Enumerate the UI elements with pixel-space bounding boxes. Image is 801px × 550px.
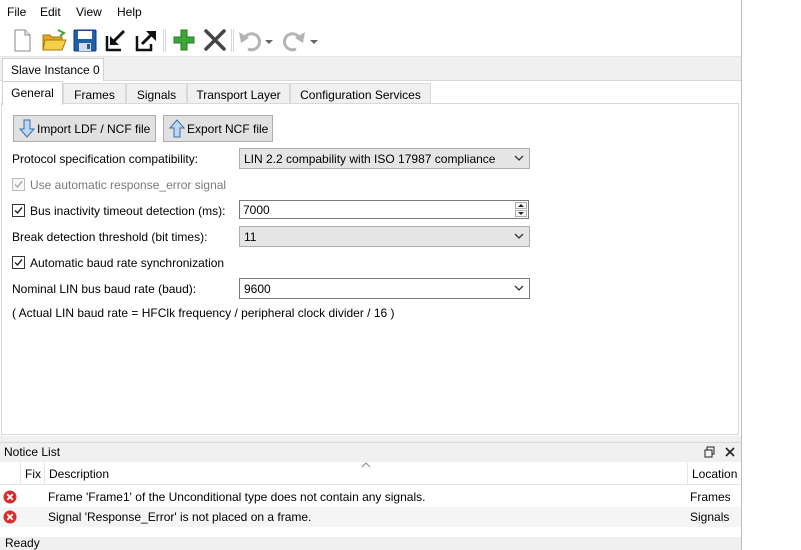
break-detection-value: 11: [244, 230, 257, 244]
break-detection-label: Break detection threshold (bit times):: [12, 230, 208, 244]
chevron-down-icon: [514, 155, 524, 161]
arrow-up-icon: [518, 204, 524, 207]
baud-rate-combobox[interactable]: 9600: [239, 278, 530, 299]
error-icon: [3, 490, 17, 504]
inactivity-timeout-input[interactable]: 7000: [239, 200, 529, 219]
redo-icon: [283, 32, 305, 52]
status-text: Ready: [5, 536, 40, 550]
column-header-icon[interactable]: [0, 463, 20, 485]
tab-slave-instance[interactable]: Slave Instance 0: [2, 58, 104, 82]
protocol-select[interactable]: LIN 2.2 compability with ISO 17987 compl…: [239, 148, 530, 169]
redo-button[interactable]: [280, 27, 308, 54]
notice-list-title: Notice List: [4, 445, 61, 459]
menu-help[interactable]: Help: [117, 5, 142, 19]
auto-baud-label: Automatic baud rate synchronization: [30, 256, 225, 270]
auto-baud-checkbox[interactable]: [12, 256, 25, 269]
menu-view[interactable]: View: [76, 5, 102, 19]
response-error-label: Use automatic response_error signal: [30, 178, 227, 192]
toolbar-separator: [163, 29, 166, 52]
restore-icon[interactable]: [704, 446, 716, 458]
spinner-up-button[interactable]: [515, 202, 527, 209]
baud-rate-value: 9600: [244, 282, 271, 296]
toolbar-separator: [231, 29, 234, 52]
column-header-fix[interactable]: Fix: [20, 463, 44, 485]
import-icon: [105, 29, 126, 52]
export-arrow-icon: [169, 119, 185, 138]
notice-description: Frame 'Frame1' of the Unconditional type…: [48, 490, 426, 504]
tab-general[interactable]: General: [2, 81, 63, 105]
undo-dropdown[interactable]: [263, 27, 275, 54]
delete-icon: [204, 29, 226, 51]
undo-icon: [239, 32, 261, 52]
import-button[interactable]: [103, 27, 131, 54]
notice-list-header: Fix Description Location: [0, 462, 741, 485]
import-ldf-ncf-button[interactable]: Import LDF / NCF file: [13, 115, 156, 142]
toolbar: [0, 24, 741, 57]
table-row[interactable]: Signal 'Response_Error' is not placed on…: [0, 507, 741, 527]
export-icon: [135, 30, 156, 52]
spinner-buttons: [515, 202, 527, 217]
chevron-down-icon: [514, 285, 524, 291]
inner-tab-bar: General Frames Signals Transport Layer C…: [0, 81, 741, 105]
break-detection-select[interactable]: 11: [239, 226, 530, 247]
baud-rate-label: Nominal LIN bus baud rate (baud):: [12, 282, 197, 296]
new-file-icon: [14, 29, 31, 52]
add-icon: [173, 29, 195, 51]
chevron-down-icon: [265, 40, 273, 44]
arrow-down-icon: [518, 212, 524, 215]
checkmark-icon: [14, 259, 23, 267]
application-window: File Edit View Help Slave Instance 0 Gen…: [0, 0, 742, 550]
checkmark-icon: [14, 181, 23, 189]
delete-button[interactable]: [201, 27, 229, 54]
document-tab-bar: Slave Instance 0: [0, 57, 741, 82]
inactivity-checkbox[interactable]: [12, 204, 25, 217]
inactivity-value: 7000: [243, 203, 270, 217]
new-file-button[interactable]: [8, 27, 36, 54]
tab-configuration-services[interactable]: Configuration Services: [290, 83, 431, 104]
notice-description: Signal 'Response_Error' is not placed on…: [48, 510, 312, 524]
protocol-value: LIN 2.2 compability with ISO 17987 compl…: [244, 152, 496, 166]
notice-list-title-bar: Notice List: [0, 443, 741, 462]
tab-signals[interactable]: Signals: [126, 83, 187, 104]
status-bar: Ready: [0, 536, 741, 550]
configuration-panel: General Frames Signals Transport Layer C…: [0, 81, 741, 443]
import-arrow-icon: [19, 119, 35, 138]
notice-list-panel: Notice List Fix Description Location Fra…: [0, 442, 741, 537]
column-header-description[interactable]: Description: [44, 462, 687, 485]
protocol-label: Protocol specification compatibility:: [12, 152, 199, 166]
response-error-checkbox[interactable]: [12, 178, 25, 191]
table-row[interactable]: Frame 'Frame1' of the Unconditional type…: [0, 487, 741, 507]
export-ncf-label: Export NCF file: [187, 122, 269, 136]
notice-location: Frames: [690, 490, 731, 504]
open-folder-icon: [42, 29, 67, 51]
export-button[interactable]: [133, 27, 161, 54]
add-button[interactable]: [170, 27, 198, 54]
import-ldf-ncf-label: Import LDF / NCF file: [37, 122, 151, 136]
menu-edit[interactable]: Edit: [40, 5, 61, 19]
chevron-down-icon: [310, 40, 318, 44]
tab-transport-layer[interactable]: Transport Layer: [187, 83, 290, 104]
open-button[interactable]: [40, 27, 68, 54]
close-icon[interactable]: [724, 446, 736, 458]
general-tab-page: Import LDF / NCF file Export NCF file Pr…: [1, 103, 739, 435]
spinner-down-button[interactable]: [515, 210, 527, 217]
chevron-down-icon: [514, 233, 524, 239]
menu-file[interactable]: File: [7, 5, 26, 19]
checkmark-icon: [14, 207, 23, 215]
redo-dropdown[interactable]: [308, 27, 320, 54]
column-header-location[interactable]: Location: [687, 463, 741, 485]
notice-location: Signals: [690, 510, 730, 524]
menu-bar: File Edit View Help: [0, 0, 741, 24]
undo-button[interactable]: [236, 27, 264, 54]
save-button[interactable]: [71, 27, 99, 54]
tab-frames[interactable]: Frames: [63, 83, 126, 104]
baud-rate-note: ( Actual LIN baud rate = HFClk frequency…: [12, 306, 395, 320]
inactivity-label: Bus inactivity timeout detection (ms):: [30, 204, 226, 218]
column-header-description-label: Description: [49, 467, 110, 481]
export-ncf-button[interactable]: Export NCF file: [163, 115, 273, 142]
error-icon: [3, 510, 17, 524]
sort-up-icon: [361, 462, 371, 468]
save-icon: [73, 29, 97, 52]
